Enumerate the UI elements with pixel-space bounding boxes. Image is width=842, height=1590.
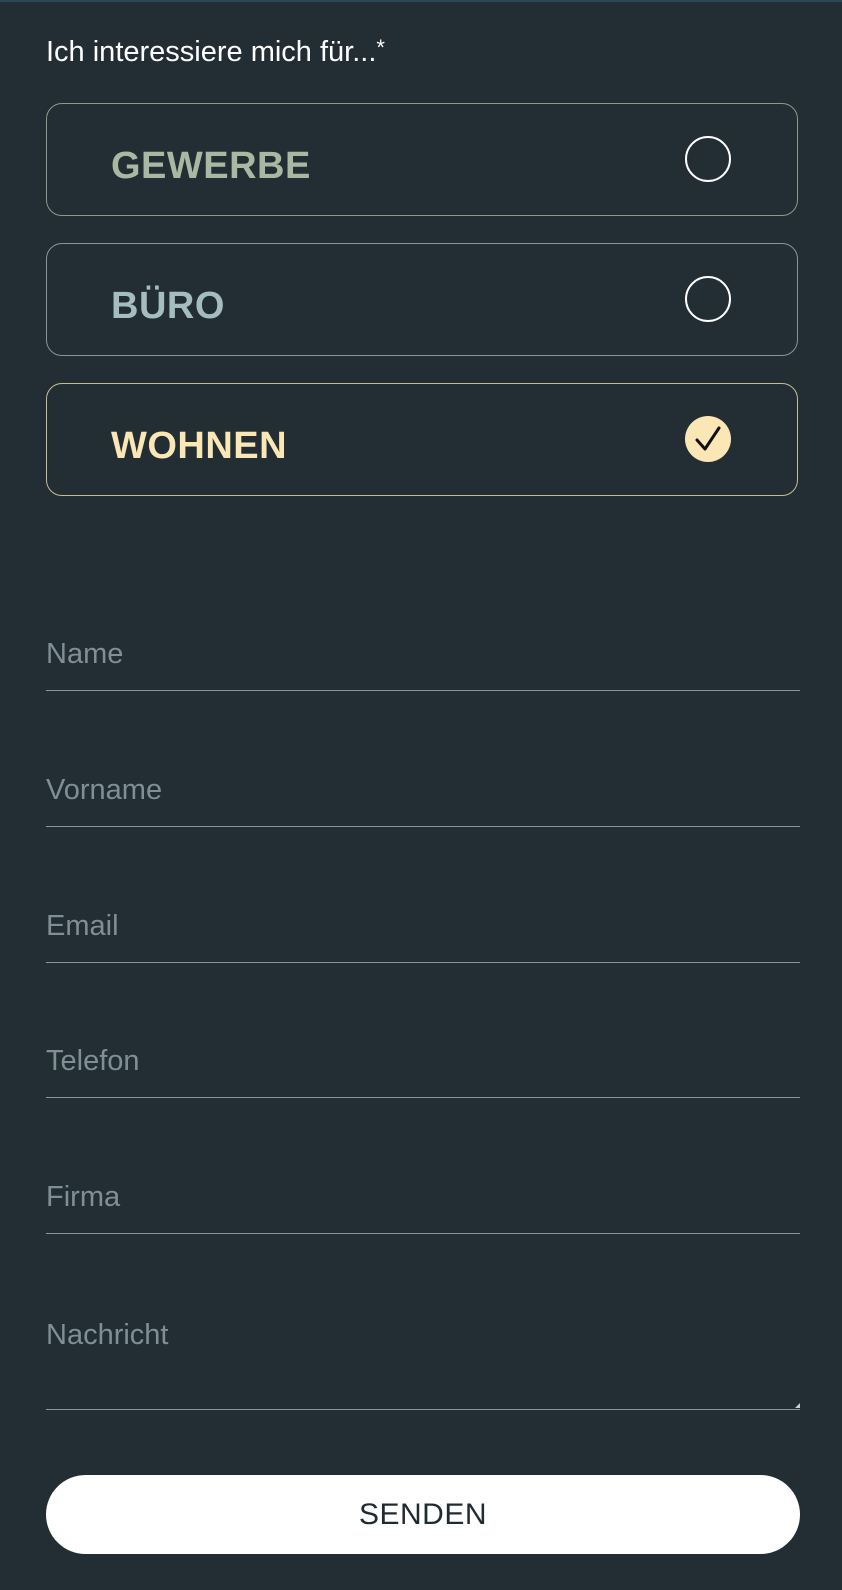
telefon-field (46, 1027, 800, 1098)
email-field (46, 892, 800, 963)
interest-label: Ich interessiere mich für...* (46, 34, 385, 70)
name-input[interactable] (46, 620, 800, 688)
radio-circle-icon[interactable] (685, 136, 731, 182)
option-buero-label: BÜRO (111, 285, 225, 327)
telefon-input[interactable] (46, 1027, 800, 1095)
name-field (46, 620, 800, 691)
option-gewerbe-label: GEWERBE (111, 145, 311, 187)
option-gewerbe[interactable]: GEWERBE (46, 103, 798, 216)
nachricht-textarea[interactable] (46, 1303, 800, 1407)
option-buero[interactable]: BÜRO (46, 243, 798, 356)
nachricht-field (46, 1303, 800, 1410)
radio-circle-icon[interactable] (685, 276, 731, 322)
firma-input[interactable] (46, 1163, 800, 1231)
submit-button[interactable]: SENDEN (46, 1475, 800, 1554)
option-wohnen-label: WOHNEN (111, 425, 288, 467)
firma-field (46, 1163, 800, 1234)
email-input[interactable] (46, 892, 800, 960)
required-mark: * (376, 35, 385, 60)
interest-label-text: Ich interessiere mich für... (46, 36, 377, 68)
check-icon (695, 426, 721, 451)
vorname-field (46, 756, 800, 827)
top-divider (0, 0, 842, 2)
option-wohnen[interactable]: WOHNEN (46, 383, 798, 496)
radio-checked-icon[interactable] (685, 416, 731, 462)
resize-grip-icon[interactable] (795, 1403, 800, 1408)
vorname-input[interactable] (46, 756, 800, 824)
